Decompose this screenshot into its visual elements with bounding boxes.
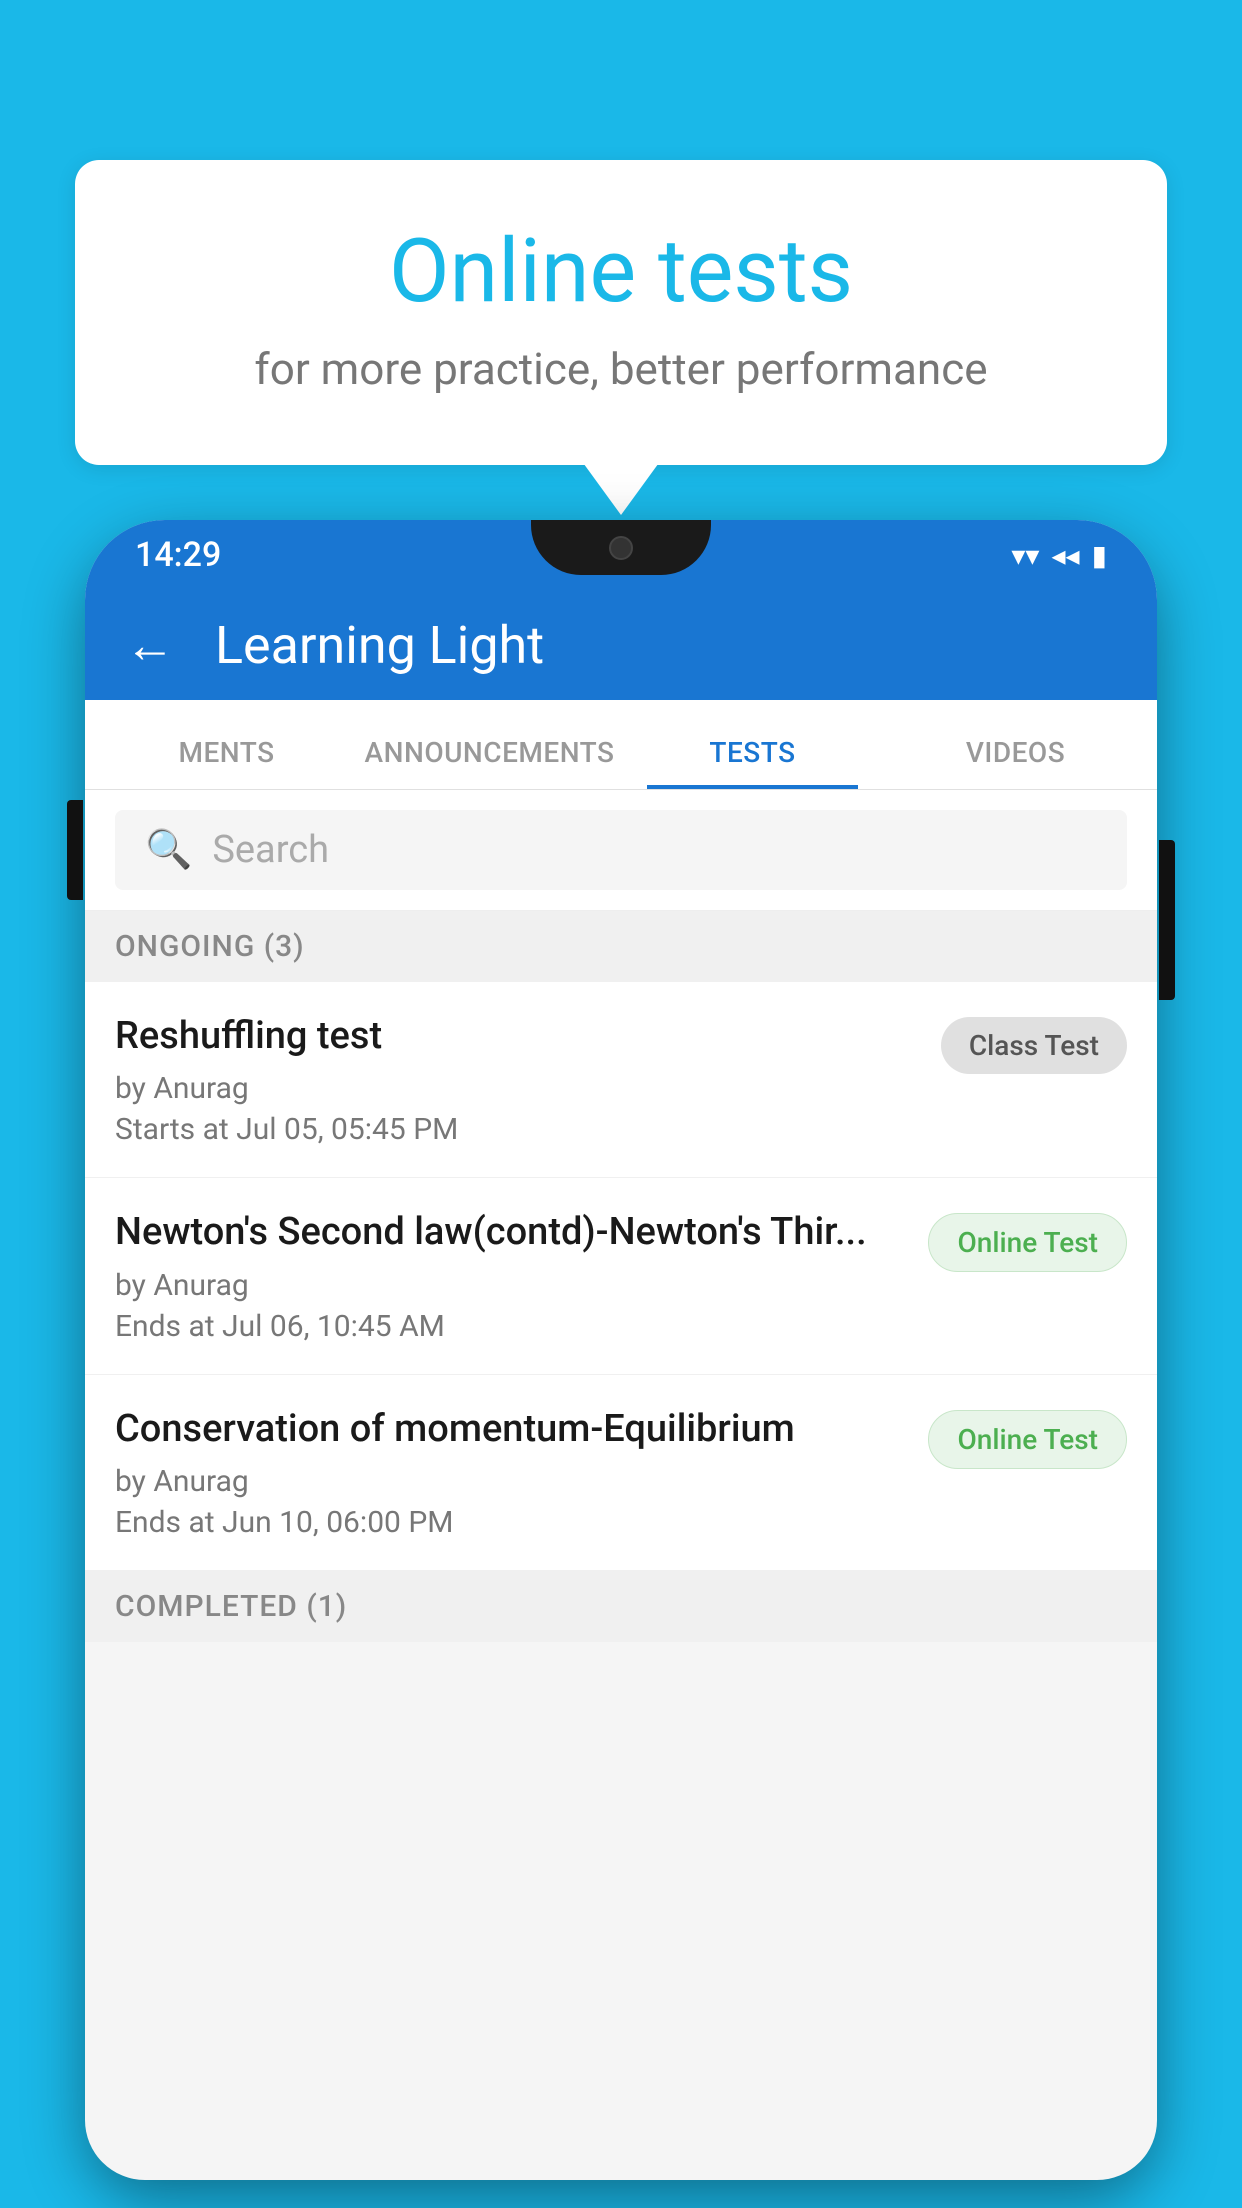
camera-dot: [609, 536, 633, 560]
battery-icon: ▮: [1092, 539, 1107, 572]
bubble-title: Online tests: [135, 220, 1107, 323]
tab-ments[interactable]: MENTS: [95, 716, 358, 789]
test-badge-3: Online Test: [928, 1410, 1127, 1469]
app-bar: ← Learning Light: [85, 590, 1157, 700]
phone-wrapper: 14:29 ▾▾ ◂◂ ▮ ← Learning Light MENTS ANN…: [85, 520, 1157, 2208]
speech-bubble-container: Online tests for more practice, better p…: [75, 160, 1167, 465]
search-box[interactable]: 🔍 Search: [115, 810, 1127, 890]
test-date-2: Ends at Jul 06, 10:45 AM: [115, 1309, 908, 1344]
test-badge-1: Class Test: [941, 1017, 1127, 1074]
notch: [531, 520, 711, 575]
tab-videos[interactable]: VIDEOS: [884, 716, 1147, 789]
status-bar: 14:29 ▾▾ ◂◂ ▮: [85, 520, 1157, 590]
status-icons: ▾▾ ◂◂ ▮: [1011, 539, 1107, 572]
wifi-icon: ▾▾: [1011, 539, 1039, 572]
back-button[interactable]: ←: [125, 616, 175, 675]
search-placeholder: Search: [212, 828, 329, 872]
ongoing-section-header: ONGOING (3): [85, 911, 1157, 982]
bubble-subtitle: for more practice, better performance: [135, 343, 1107, 395]
tab-announcements[interactable]: ANNOUNCEMENTS: [358, 716, 621, 789]
search-container: 🔍 Search: [85, 790, 1157, 911]
phone-frame: 14:29 ▾▾ ◂◂ ▮ ← Learning Light MENTS ANN…: [85, 520, 1157, 2180]
test-name-2: Newton's Second law(contd)-Newton's Thir…: [115, 1208, 908, 1257]
signal-icon: ◂◂: [1051, 539, 1079, 572]
test-date-3: Ends at Jun 10, 06:00 PM: [115, 1505, 908, 1540]
speech-bubble: Online tests for more practice, better p…: [75, 160, 1167, 465]
tabs-bar: MENTS ANNOUNCEMENTS TESTS VIDEOS: [85, 700, 1157, 790]
test-name-1: Reshuffling test: [115, 1012, 921, 1061]
test-name-3: Conservation of momentum-Equilibrium: [115, 1405, 908, 1454]
test-item-3[interactable]: Conservation of momentum-Equilibrium by …: [85, 1375, 1157, 1571]
test-item-1[interactable]: Reshuffling test by Anurag Starts at Jul…: [85, 982, 1157, 1178]
phone-inner: 14:29 ▾▾ ◂◂ ▮ ← Learning Light MENTS ANN…: [85, 520, 1157, 2180]
app-title: Learning Light: [215, 615, 544, 676]
test-info-3: Conservation of momentum-Equilibrium by …: [115, 1405, 928, 1540]
test-item-2[interactable]: Newton's Second law(contd)-Newton's Thir…: [85, 1178, 1157, 1374]
search-icon: 🔍: [145, 828, 192, 872]
test-badge-2: Online Test: [928, 1213, 1127, 1272]
test-by-1: by Anurag: [115, 1071, 921, 1106]
test-by-3: by Anurag: [115, 1464, 908, 1499]
tab-tests[interactable]: TESTS: [621, 716, 884, 789]
completed-section-header: COMPLETED (1): [85, 1571, 1157, 1642]
test-list: Reshuffling test by Anurag Starts at Jul…: [85, 982, 1157, 1571]
test-info-2: Newton's Second law(contd)-Newton's Thir…: [115, 1208, 928, 1343]
test-by-2: by Anurag: [115, 1268, 908, 1303]
test-info-1: Reshuffling test by Anurag Starts at Jul…: [115, 1012, 941, 1147]
test-date-1: Starts at Jul 05, 05:45 PM: [115, 1112, 921, 1147]
status-time: 14:29: [135, 535, 221, 575]
